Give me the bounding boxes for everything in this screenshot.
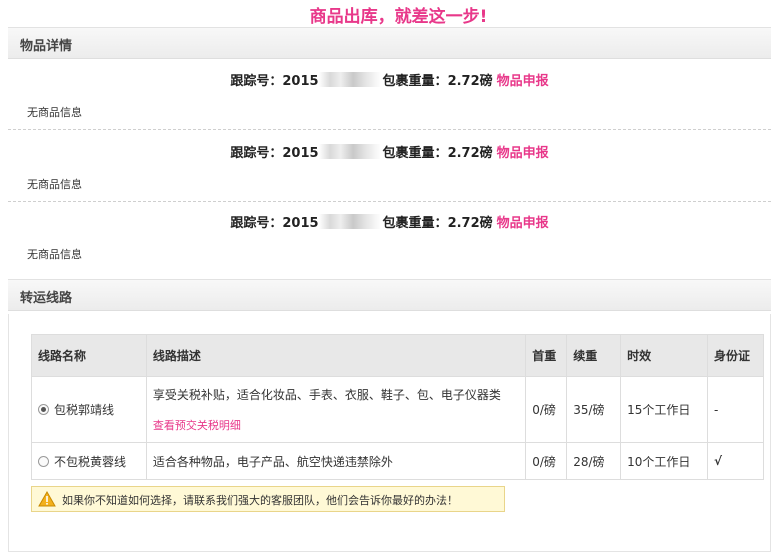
declare-items-link[interactable]: 物品申报	[497, 74, 549, 89]
timing-cell: 15个工作日	[620, 376, 709, 443]
weight-value: 2.72磅	[447, 74, 493, 89]
route-description: 享受关税补贴，适合化妆品、手表、衣服、鞋子、包、电子仪器类	[152, 388, 501, 402]
warning-icon	[38, 491, 56, 507]
no-goods-text: 无商品信息	[27, 248, 82, 261]
weight-value: 2.72磅	[447, 216, 493, 231]
tracking-label: 跟踪号：	[230, 146, 283, 161]
tracking-label: 跟踪号：	[230, 74, 283, 89]
column-header-route-description: 线路描述	[145, 334, 527, 377]
column-header-route-name: 线路名称	[31, 334, 147, 377]
route-radio[interactable]	[38, 455, 49, 467]
item-details-title: 物品详情	[20, 39, 73, 54]
weight-value: 2.72磅	[447, 146, 493, 161]
tracking-number-mask	[318, 72, 381, 87]
no-goods-text: 无商品信息	[27, 106, 82, 119]
help-notice-text: 如果你不知道如何选择，请联系我们强大的客服团队，他们会告诉你最好的办法！	[62, 494, 458, 507]
tracking-number: 2015	[282, 146, 319, 161]
tracking-number: 2015	[282, 216, 319, 231]
timing-cell: 10个工作日	[620, 442, 709, 480]
table-row[interactable]: 不包税黄蓉线 适合各种物品，电子产品、航空快递违禁除外 0/磅 28/磅 10个…	[31, 442, 764, 480]
route-table-header-row: 线路名称 线路描述 首重 续重 时效 身份证	[31, 334, 764, 377]
route-name: 不包税黄蓉线	[54, 454, 127, 469]
route-section-header: 转运线路	[8, 279, 771, 311]
route-name-cell[interactable]: 包税郭靖线	[31, 376, 147, 443]
package-summary: 跟踪号：2015 包裹重量：2.72磅 物品申报	[8, 142, 771, 161]
tracking-number-mask	[318, 144, 381, 159]
tracking-number: 2015	[282, 74, 319, 89]
column-header-timing: 时效	[620, 334, 709, 377]
route-name: 包税郭靖线	[54, 403, 115, 417]
route-radio-selected[interactable]	[38, 404, 49, 415]
tracking-number-mask	[318, 214, 381, 229]
first-weight-cell: 0/磅	[525, 376, 568, 443]
package-row: 跟踪号：2015 包裹重量：2.72磅 物品申报 无商品信息	[8, 202, 771, 272]
weight-label: 包裹重量：	[382, 216, 448, 231]
column-header-extra-weight: 续重	[566, 334, 622, 377]
no-goods-text: 无商品信息	[27, 178, 82, 191]
weight-label: 包裹重量：	[382, 74, 448, 89]
package-row: 跟踪号：2015 包裹重量：2.72磅 物品申报 无商品信息	[8, 60, 771, 130]
weight-label: 包裹重量：	[382, 146, 448, 161]
id-card-required-check: √	[707, 442, 764, 480]
declare-items-link[interactable]: 物品申报	[497, 216, 549, 231]
page-title: 商品出库，就差这一步!	[309, 7, 488, 27]
column-header-first-weight: 首重	[525, 334, 568, 377]
view-tax-details-link[interactable]: 查看预交关税明细	[153, 419, 241, 432]
first-weight-cell: 0/磅	[525, 442, 568, 480]
route-table: 线路名称 线路描述 首重 续重 时效 身份证 包税郭靖线 享受关税补贴，适合化妆…	[31, 334, 764, 480]
extra-weight-cell: 35/磅	[566, 376, 622, 443]
route-description-cell: 享受关税补贴，适合化妆品、手表、衣服、鞋子、包、电子仪器类 查看预交关税明细	[145, 376, 527, 443]
help-notice: 如果你不知道如何选择，请联系我们强大的客服团队，他们会告诉你最好的办法！	[31, 486, 505, 512]
route-panel: 线路名称 线路描述 首重 续重 时效 身份证 包税郭靖线 享受关税补贴，适合化妆…	[8, 314, 771, 552]
route-description: 适合各种物品，电子产品、航空快递违禁除外	[152, 454, 393, 469]
route-description-cell: 适合各种物品，电子产品、航空快递违禁除外	[145, 442, 527, 480]
package-summary: 跟踪号：2015 包裹重量：2.72磅 物品申报	[8, 212, 771, 231]
route-section-title: 转运线路	[20, 291, 73, 306]
declare-items-link[interactable]: 物品申报	[497, 146, 549, 161]
package-summary: 跟踪号：2015 包裹重量：2.72磅 物品申报	[8, 70, 771, 89]
route-name-cell[interactable]: 不包税黄蓉线	[31, 442, 147, 480]
id-card-cell: -	[707, 376, 764, 443]
package-row: 跟踪号：2015 包裹重量：2.72磅 物品申报 无商品信息	[8, 132, 771, 202]
table-row[interactable]: 包税郭靖线 享受关税补贴，适合化妆品、手表、衣服、鞋子、包、电子仪器类 查看预交…	[31, 376, 764, 443]
extra-weight-cell: 28/磅	[566, 442, 622, 480]
column-header-id-card: 身份证	[707, 334, 764, 377]
item-details-header: 物品详情	[8, 27, 771, 59]
tracking-label: 跟踪号：	[230, 216, 283, 231]
